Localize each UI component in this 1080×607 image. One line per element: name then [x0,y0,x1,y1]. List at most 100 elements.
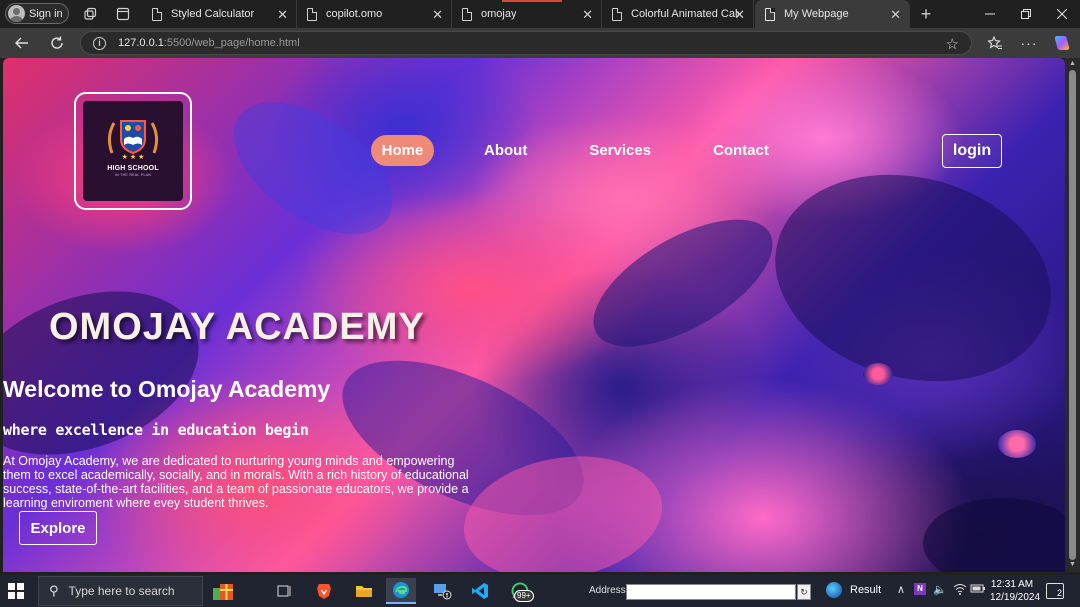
close-tab-icon[interactable]: ✕ [890,7,901,23]
background-blob [998,430,1036,458]
page-icon [462,7,472,21]
tab-actions-icon[interactable] [115,6,131,22]
url-path: :5500/web_page/home.html [163,37,300,49]
vscode-icon[interactable] [465,578,495,604]
minimize-icon[interactable] [972,0,1008,28]
nav-home[interactable]: Home [371,135,434,166]
address-toolbar-label: Address [589,585,626,596]
url-text[interactable]: 127.0.0.1:5500/web_page/home.html [118,37,300,49]
onenote-icon[interactable]: N [914,583,926,595]
gift-widget-icon[interactable] [208,578,238,604]
background-blob [923,498,1065,572]
explore-button[interactable]: Explore [19,511,97,545]
wifi-icon[interactable] [953,583,967,598]
weather-result-label: Result [850,584,882,596]
notification-count: 2 [1056,588,1062,598]
background-blob [751,145,1065,411]
signin-label: Sign in [29,7,63,20]
restore-icon[interactable] [1008,0,1044,28]
clock-time: 12:31 AM [990,579,1034,590]
crest-icon: ★ ★ ★ [107,120,159,161]
scroll-up-icon[interactable]: ▲ [1069,60,1076,67]
monitor-alert-icon[interactable] [427,578,457,604]
taskbar-search-input[interactable]: ⚲ Type here to search [38,576,203,606]
brave-browser-icon[interactable] [309,578,339,604]
background-blob [863,363,893,385]
action-center-icon[interactable]: 2 [1046,583,1064,599]
tab-label: copilot.omo [326,8,383,20]
welcome-heading: Welcome to Omojay Academy [3,376,331,402]
chevron-up-icon[interactable]: ∧ [897,583,905,596]
about-paragraph: At Omojay Academy, we are dedicated to n… [3,454,469,510]
search-icon: ⚲ [49,583,59,598]
volume-muted-icon[interactable]: 🔈 [933,583,947,596]
svg-text:★ ★ ★: ★ ★ ★ [122,153,145,161]
workspaces-icon[interactable] [82,6,98,22]
tab-label: My Webpage [784,8,849,20]
weather-widget[interactable]: Result [826,582,881,598]
close-tab-icon[interactable]: ✕ [432,7,443,23]
browser-toolbar: i 127.0.0.1:5500/web_page/home.html ☆ ··… [0,28,1080,58]
edge-browser-icon[interactable] [386,578,416,604]
new-tab-icon[interactable]: + [918,4,934,24]
copilot-icon[interactable] [1051,33,1073,53]
tab-colorful-calculator[interactable]: Colorful Animated Calcul ✕ [602,0,754,28]
search-placeholder: Type here to search [68,584,175,598]
scroll-down-icon[interactable]: ▼ [1069,561,1076,568]
tagline: where excellence in education begin [3,421,309,439]
main-nav: Home About Services Contact [371,135,769,166]
profile-avatar-icon [8,5,25,22]
system-clock[interactable]: 12:31 AM 12/19/2024 [990,578,1041,604]
address-bar[interactable]: i 127.0.0.1:5500/web_page/home.html ☆ [80,31,972,55]
start-windows-icon[interactable] [8,583,24,599]
address-toolbar-input[interactable] [626,584,796,600]
notification-badge: 99+ [514,590,534,602]
tab-label: Styled Calculator [171,8,255,20]
nav-about[interactable]: About [484,135,527,166]
windows-taskbar: ⚲ Type here to search 99+ Address ↻ Resu… [0,575,1080,607]
background-blob [573,194,793,372]
login-button[interactable]: login [942,134,1002,168]
close-tab-icon[interactable]: ✕ [582,7,593,23]
webpage-viewport: ★ ★ ★ HIGH SCHOOL IN THE REAL PLAN Home … [3,58,1065,572]
nav-contact[interactable]: Contact [713,135,769,166]
page-icon [612,7,622,21]
address-go-icon[interactable]: ↻ [797,584,811,600]
close-window-icon[interactable] [1044,0,1080,28]
refresh-icon[interactable] [46,33,68,53]
clock-date: 12/19/2024 [990,592,1041,603]
nav-services[interactable]: Services [589,135,651,166]
school-logo[interactable]: ★ ★ ★ HIGH SCHOOL IN THE REAL PLAN [74,92,192,210]
file-explorer-icon[interactable] [349,578,379,604]
tab-label: Colorful Animated Calcul [631,8,739,20]
profile-signin-button[interactable]: Sign in [5,3,69,24]
logo-subtitle: IN THE REAL PLAN [114,173,152,177]
page-icon [152,7,162,21]
background-blob [210,75,416,261]
task-view-icon[interactable] [270,578,300,604]
logo-title: HIGH SCHOOL [107,165,159,172]
tab-omojay[interactable]: omojay ✕ [452,0,602,28]
tab-label: omojay [481,8,517,20]
page-icon [307,7,317,21]
battery-icon[interactable] [970,583,986,596]
weather-globe-icon [826,582,842,598]
background-blob [3,261,222,485]
close-tab-icon[interactable]: ✕ [734,7,745,23]
browser-titlebar: Sign in Styled Calculator ✕ copilot.omo … [0,0,1080,28]
page-icon [765,7,775,21]
page-scrollbar[interactable]: ▲ ▼ [1065,58,1080,572]
tab-copilot[interactable]: copilot.omo ✕ [297,0,452,28]
tab-my-webpage[interactable]: My Webpage ✕ [755,0,910,28]
more-options-icon[interactable]: ··· [1018,33,1040,53]
favorite-star-icon[interactable]: ☆ [946,35,959,53]
site-info-icon[interactable]: i [93,36,106,50]
favorites-icon[interactable] [984,33,1006,53]
tab-styled-calculator[interactable]: Styled Calculator ✕ [142,0,297,28]
logo-badge: ★ ★ ★ HIGH SCHOOL IN THE REAL PLAN [83,101,183,201]
scroll-thumb[interactable] [1069,70,1076,560]
page-title: OMOJAY ACADEMY [49,306,425,348]
back-arrow-icon[interactable] [11,33,33,53]
url-host: 127.0.0.1 [118,37,164,49]
close-tab-icon[interactable]: ✕ [277,7,288,23]
